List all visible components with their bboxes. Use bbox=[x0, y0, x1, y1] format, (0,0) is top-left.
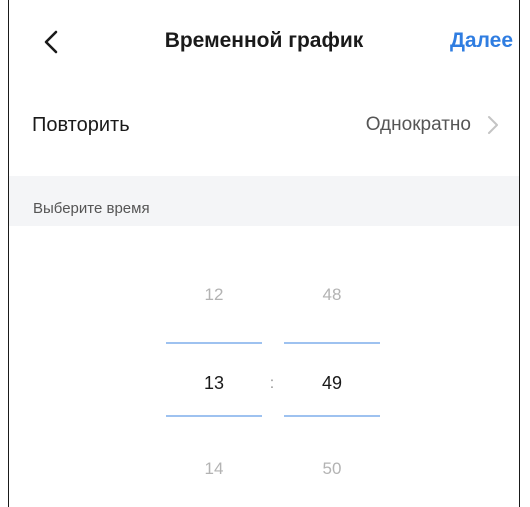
repeat-value: Однократно bbox=[365, 114, 471, 135]
chevron-right-icon bbox=[488, 116, 498, 134]
repeat-setting-row[interactable]: Повторить Однократно bbox=[9, 86, 519, 162]
select-time-section-header: Выберите время bbox=[9, 176, 519, 226]
minute-next-value[interactable]: 50 bbox=[284, 457, 380, 481]
time-picker: 12 13 14 : 48 49 50 bbox=[9, 226, 519, 507]
minute-selected-value[interactable]: 49 bbox=[284, 371, 380, 395]
hour-wheel[interactable]: 12 13 14 bbox=[166, 226, 262, 507]
hour-selection-line-bottom bbox=[166, 415, 262, 417]
page-title: Временной график bbox=[164, 29, 364, 52]
hour-next-value[interactable]: 14 bbox=[166, 457, 262, 481]
frame-right-edge bbox=[519, 0, 520, 507]
hour-selection-line-top bbox=[166, 342, 262, 344]
time-separator: : bbox=[269, 375, 275, 392]
hour-prev-value[interactable]: 12 bbox=[166, 283, 262, 307]
next-button[interactable]: Далее bbox=[450, 26, 513, 56]
minute-selection-line-top bbox=[284, 342, 380, 344]
hour-selected-value[interactable]: 13 bbox=[166, 371, 262, 395]
select-time-label: Выберите время bbox=[33, 200, 150, 217]
minute-prev-value[interactable]: 48 bbox=[284, 283, 380, 307]
top-bar: Временной график Далее bbox=[9, 0, 519, 86]
minute-wheel[interactable]: 48 49 50 bbox=[284, 226, 380, 507]
repeat-label: Повторить bbox=[32, 114, 130, 136]
minute-selection-line-bottom bbox=[284, 415, 380, 417]
